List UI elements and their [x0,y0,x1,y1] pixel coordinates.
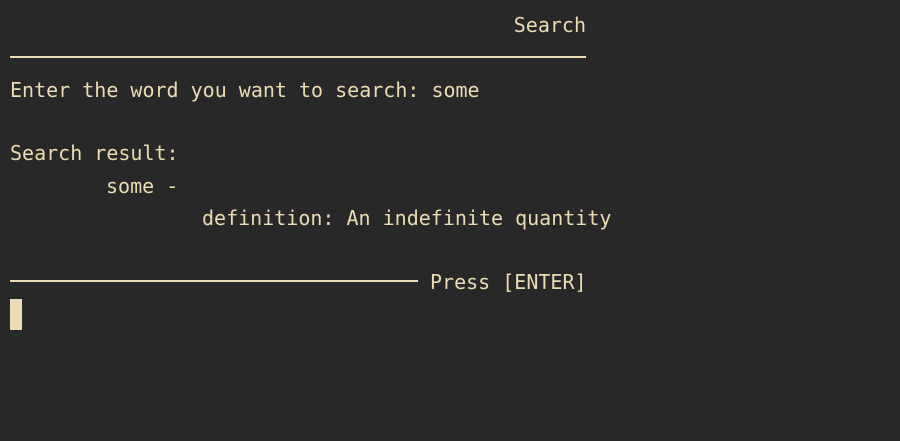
search-prompt: Enter the word you want to search: some [10,78,480,102]
block-cursor-icon [10,299,22,330]
press-enter-prompt[interactable]: Press [ENTER] [430,270,587,294]
search-prompt-label: Enter the word you want to search: [10,78,432,102]
page-title: Search [513,13,586,37]
result-definition: definition: An indefinite quantity [202,206,612,230]
footer-divider [10,280,418,282]
result-word: some - [106,174,179,198]
header-divider [10,56,586,58]
search-result-heading: Search result: [10,141,179,165]
terminal-window: Search Enter the word you want to search… [0,0,900,441]
search-input[interactable]: some [431,78,479,102]
